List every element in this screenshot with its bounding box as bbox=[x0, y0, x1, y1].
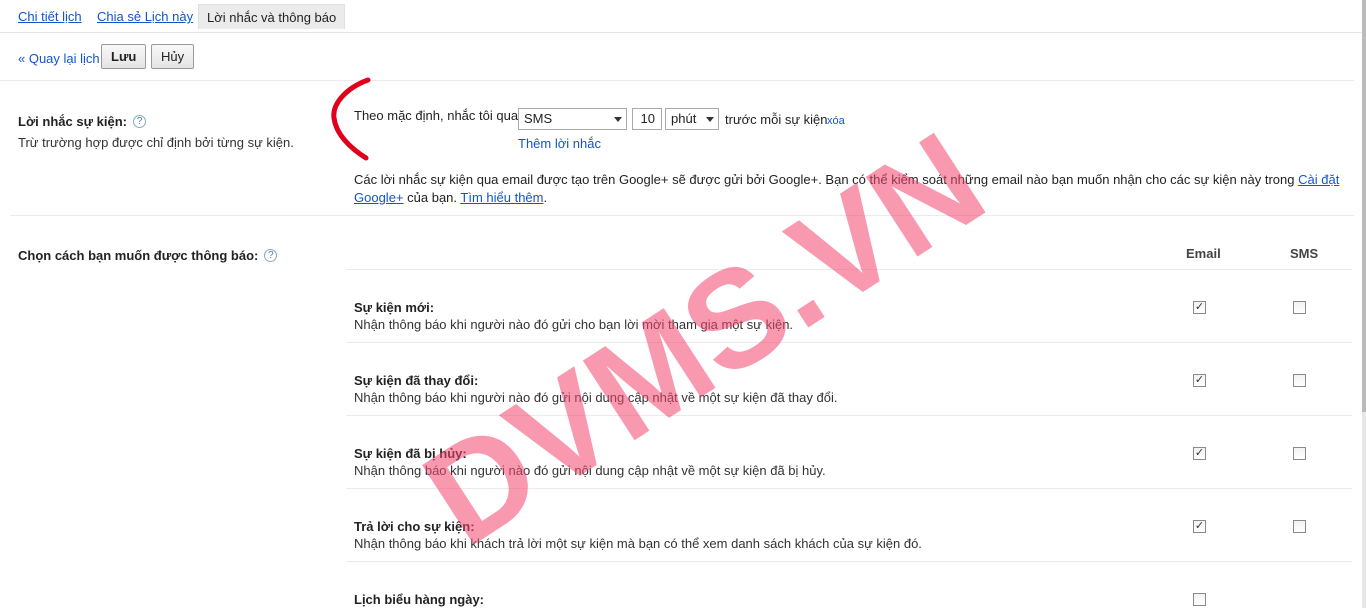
help-icon[interactable]: ? bbox=[132, 115, 146, 128]
reminder-amount-input[interactable]: 10 bbox=[632, 108, 662, 130]
sms-checkbox[interactable] bbox=[1293, 374, 1306, 387]
email-checkbox[interactable] bbox=[1193, 447, 1206, 460]
notification-row-cancelled-event: Sự kiện đã bị hủy: Nhận thông báo khi ng… bbox=[346, 415, 1352, 488]
notification-row-event-reply: Trả lời cho sự kiện: Nhận thông báo khi … bbox=[346, 488, 1352, 561]
period-text: . bbox=[543, 190, 548, 205]
notification-row-new-event: Sự kiện mới: Nhận thông báo khi người nà… bbox=[346, 269, 1352, 342]
save-button[interactable]: Lưu bbox=[101, 44, 147, 69]
sms-column-header: SMS bbox=[1290, 246, 1319, 261]
sms-checkbox[interactable] bbox=[1293, 447, 1306, 460]
notification-description: Nhận thông báo khi người nào đó gửi nội … bbox=[354, 463, 826, 478]
email-checkbox[interactable] bbox=[1193, 301, 1206, 314]
help-icon[interactable]: ? bbox=[264, 249, 278, 262]
learn-more-link[interactable]: Tìm hiểu thêm bbox=[460, 190, 543, 205]
notification-row-daily-agenda: Lịch biểu hàng ngày: bbox=[346, 561, 1352, 608]
default-reminder-text: Theo mặc định, nhắc tôi qua bbox=[354, 108, 519, 123]
email-column-header: Email bbox=[1186, 246, 1221, 261]
email-checkbox[interactable] bbox=[1193, 520, 1206, 533]
notification-title: Sự kiện đã thay đổi: bbox=[354, 373, 479, 388]
event-reminders-label-text: Lời nhắc sự kiện: bbox=[18, 114, 127, 129]
notification-method-label: Chọn cách bạn muốn được thông báo:? bbox=[18, 248, 278, 263]
tab-reminders-notifications[interactable]: Lời nhắc và thông báo bbox=[198, 4, 346, 29]
reminder-unit-value: phút bbox=[671, 111, 697, 126]
notification-method-label-text: Chọn cách bạn muốn được thông báo: bbox=[18, 248, 259, 263]
reminder-unit-select[interactable]: phút bbox=[665, 108, 719, 130]
reminder-method-value: SMS bbox=[524, 111, 553, 126]
google-plus-note: Các lời nhắc sự kiện qua email được tạo … bbox=[354, 171, 1354, 207]
reminder-method-select[interactable]: SMS bbox=[518, 108, 627, 130]
event-reminders-sublabel: Trừ trường hợp được chỉ định bởi từng sự… bbox=[18, 135, 294, 150]
notification-description: Nhận thông báo khi người nào đó gửi cho … bbox=[354, 317, 794, 332]
cancel-button[interactable]: Hủy bbox=[151, 44, 195, 69]
back-to-calendar-link[interactable]: « Quay lại lịch bbox=[18, 51, 100, 66]
toolbar: « Quay lại lịch Lưu Hủy bbox=[0, 33, 1354, 81]
notification-description: Nhận thông báo khi người nào đó gửi nội … bbox=[354, 390, 838, 405]
add-reminder-link[interactable]: Thêm lời nhắc bbox=[518, 136, 601, 151]
section-divider bbox=[10, 215, 1354, 216]
notification-description: Nhận thông báo khi khách trả lời một sự … bbox=[354, 536, 922, 551]
notification-title: Lịch biểu hàng ngày: bbox=[354, 592, 485, 607]
notification-row-changed-event: Sự kiện đã thay đổi: Nhận thông báo khi … bbox=[346, 342, 1352, 415]
google-plus-note-end: của bạn. bbox=[407, 190, 458, 205]
sms-checkbox[interactable] bbox=[1293, 301, 1306, 314]
tab-calendar-details[interactable]: Chi tiết lịch bbox=[10, 4, 90, 29]
vertical-scrollbar[interactable] bbox=[1362, 0, 1366, 608]
notification-title: Sự kiện mới: bbox=[354, 300, 435, 315]
remove-reminder-link[interactable]: xóa bbox=[827, 115, 845, 127]
notification-title: Sự kiện đã bị hủy: bbox=[354, 446, 467, 461]
chevron-down-icon bbox=[706, 117, 714, 122]
event-reminders-label: Lời nhắc sự kiện:? bbox=[18, 114, 146, 129]
notification-title: Trả lời cho sự kiện: bbox=[354, 519, 475, 534]
sms-checkbox[interactable] bbox=[1293, 520, 1306, 533]
tab-bar: Chi tiết lịch Chia sẻ Lịch này Lời nhắc … bbox=[0, 0, 1362, 33]
tab-share-calendar[interactable]: Chia sẻ Lịch này bbox=[89, 4, 201, 29]
scrollbar-thumb[interactable] bbox=[1362, 0, 1366, 412]
email-checkbox[interactable] bbox=[1193, 374, 1206, 387]
chevron-down-icon bbox=[614, 117, 622, 122]
google-plus-note-text: Các lời nhắc sự kiện qua email được tạo … bbox=[354, 172, 1295, 187]
before-each-event-text: trước mỗi sự kiện bbox=[725, 112, 828, 127]
email-checkbox[interactable] bbox=[1193, 593, 1206, 606]
